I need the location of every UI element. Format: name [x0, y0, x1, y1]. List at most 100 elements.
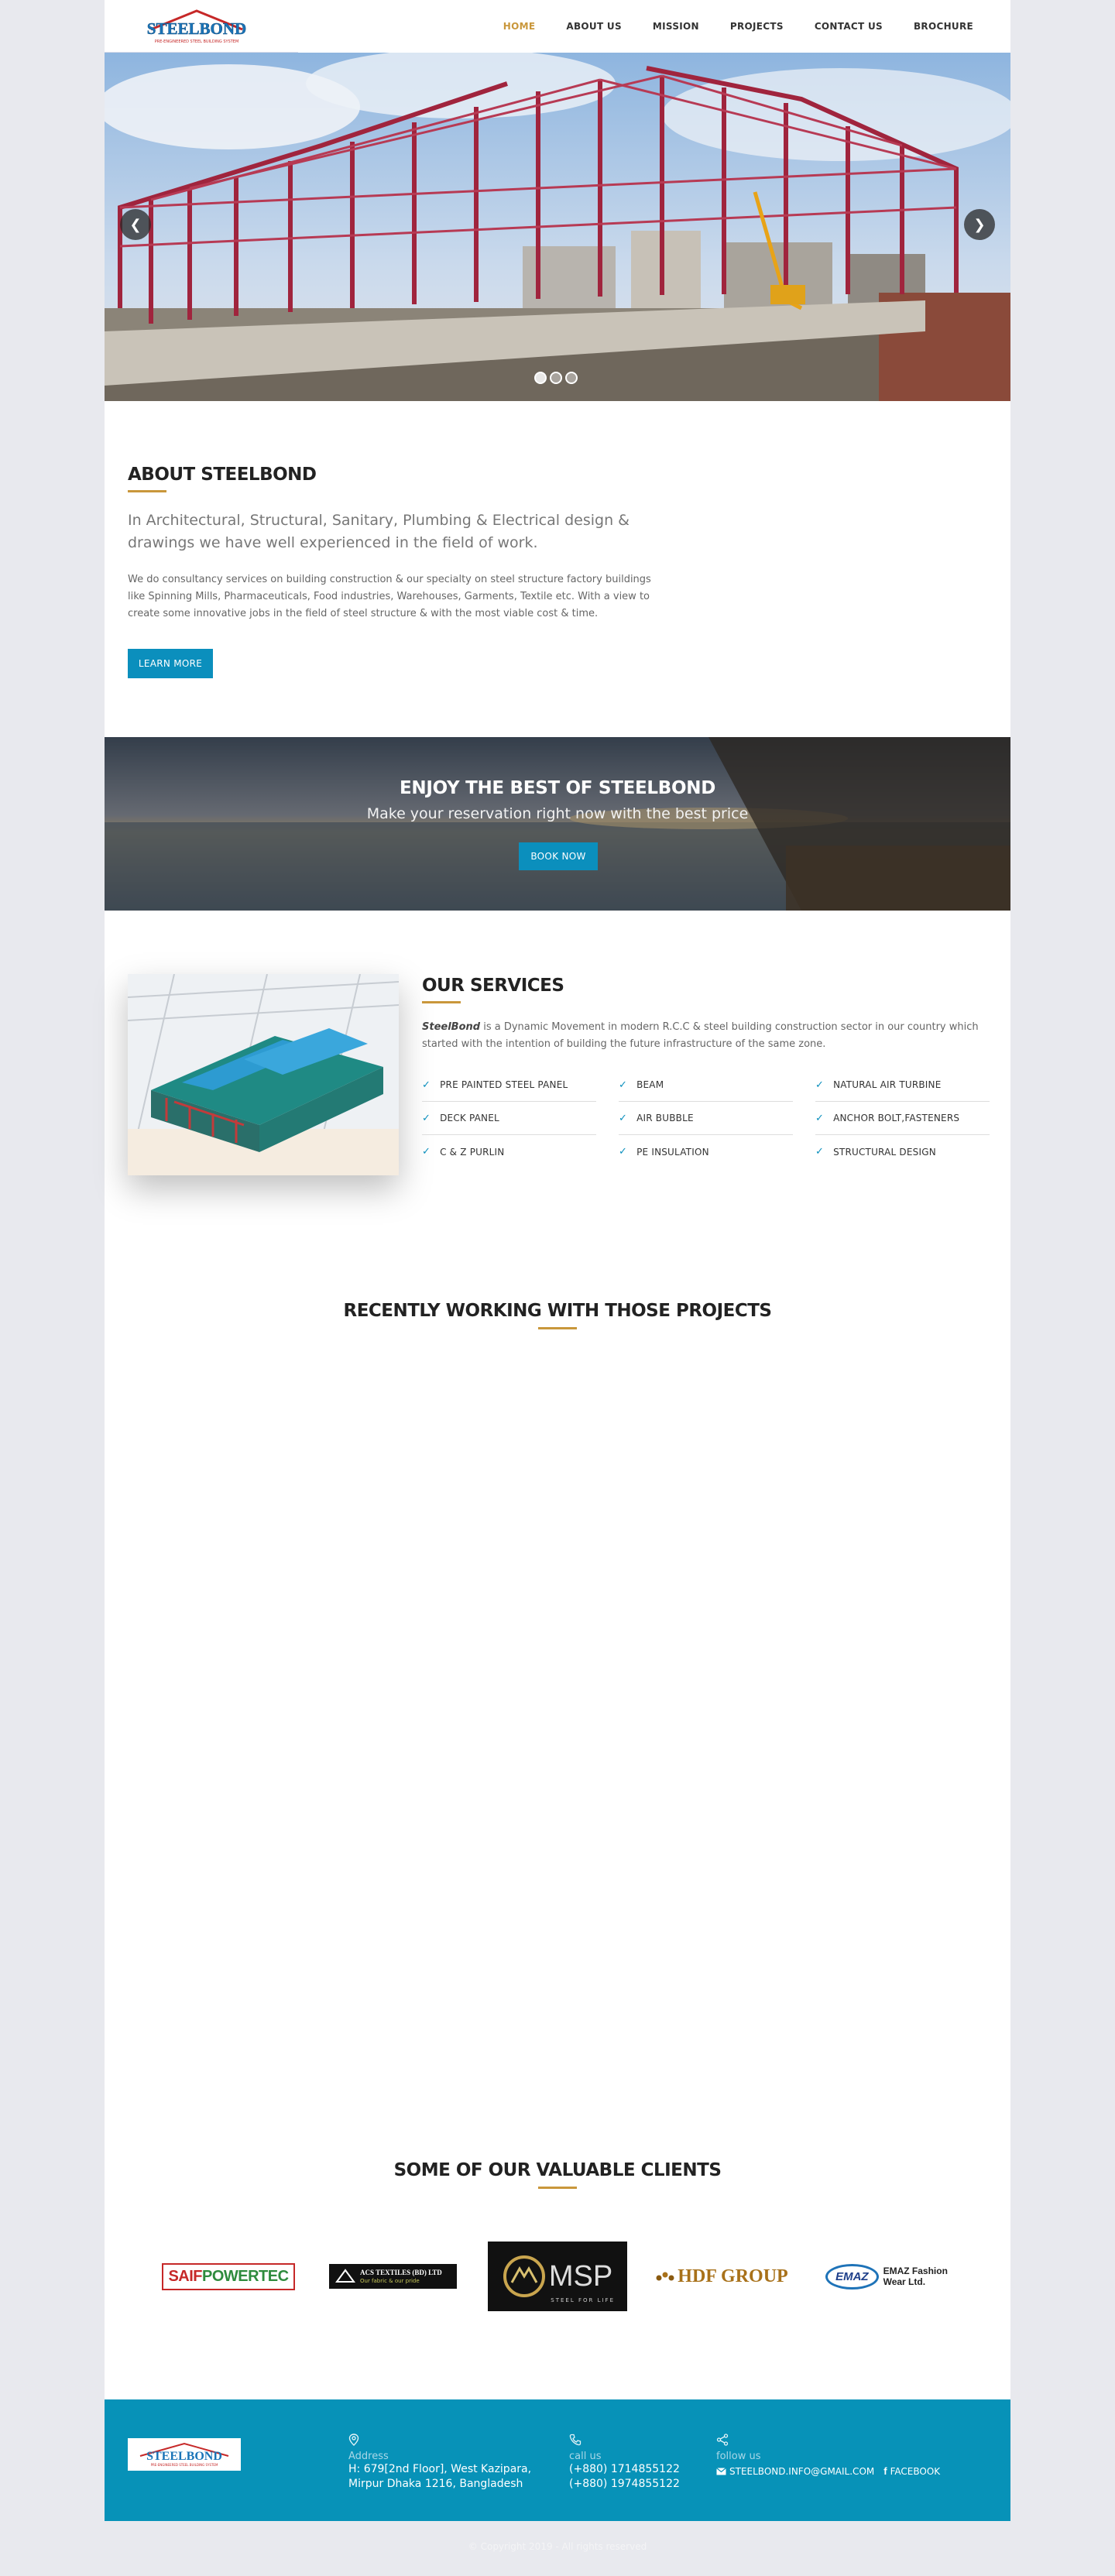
client-logo-text: SAIF	[168, 2267, 202, 2285]
acs-emblem-icon	[335, 2269, 355, 2283]
footer-address-line: H: 679[2nd Floor], West Kazipara,	[348, 2463, 532, 2475]
hero-slider[interactable]: ❮ ❯	[105, 53, 1010, 401]
footer-call: call us (+880) 1714855122 (+880) 1974855…	[569, 2434, 680, 2492]
services-building-image	[128, 974, 399, 1175]
clients-title: SOME OF OUR VALUABLE CLIENTS	[393, 2160, 722, 2180]
footer-follow-label: follow us	[716, 2451, 761, 2462]
client-logo-text: MSP	[548, 2259, 613, 2293]
service-item: ✓ C & Z PURLIN	[422, 1135, 596, 1168]
site-footer: STEELBOND PRE-ENGINEERED STEEL BUILDING …	[105, 2399, 1010, 2521]
slider-dot-1[interactable]	[534, 372, 547, 384]
service-item: ✓ NATURAL AIR TURBINE	[815, 1068, 990, 1102]
services-brand-name: SteelBond	[422, 1021, 481, 1033]
nav-contact-us[interactable]: CONTACT US	[815, 21, 883, 32]
clients-logo-row: SAIFPOWERTEC ACS TEXTILES (BD) LTD Our f…	[159, 2242, 964, 2311]
client-logo-hdf-group[interactable]: HDF GROUP	[650, 2242, 794, 2311]
nav-brochure[interactable]: BROCHURE	[914, 21, 973, 32]
client-logo-text: POWERTEC	[202, 2267, 289, 2285]
projects-title-underline	[538, 1327, 577, 1329]
about-lead-text: In Architectural, Structural, Sanitary, …	[128, 512, 630, 551]
nav-mission[interactable]: MISSION	[653, 21, 699, 32]
about-title-underline	[128, 490, 166, 492]
clients-title-underline	[538, 2187, 577, 2189]
about-title: ABOUT STEELBOND	[128, 465, 317, 485]
services-title: OUR SERVICES	[422, 976, 564, 996]
chevron-right-icon: ❯	[973, 216, 986, 233]
promo-banner	[105, 737, 1010, 911]
client-logo-text: ACS TEXTILES (BD) LTD	[360, 2269, 442, 2276]
footer-logo[interactable]: STEELBOND PRE-ENGINEERED STEEL BUILDING …	[128, 2438, 241, 2471]
client-logo-text: EMAZ	[825, 2263, 879, 2290]
map-pin-icon	[348, 2434, 531, 2449]
client-logo-emaz[interactable]: EMAZ EMAZ Fashion Wear Ltd.	[813, 2242, 960, 2311]
services-description: SteelBond is a Dynamic Movement in moder…	[422, 1019, 987, 1053]
footer-logo-text: STEELBOND	[146, 2450, 222, 2463]
check-icon: ✓	[422, 1112, 431, 1124]
services-title-underline	[422, 1001, 461, 1003]
footer-follow: follow us STEELBOND.INFO@GMAIL.COM f FAC…	[716, 2434, 949, 2478]
site-header: STEELBOND PRE-ENGINEERED STEEL BUILDING …	[105, 0, 1010, 54]
phone-icon	[569, 2434, 680, 2449]
service-item-label: ANCHOR BOLT,FASTENERS	[833, 1113, 960, 1123]
footer-phone[interactable]: (+880) 1714855122	[569, 2462, 680, 2477]
services-description-text: is a Dynamic Movement in modern R.C.C & …	[422, 1021, 979, 1050]
page-container: STEELBOND PRE-ENGINEERED STEEL BUILDING …	[105, 0, 1010, 2521]
nav-home[interactable]: HOME	[503, 21, 536, 32]
service-item: ✓ STRUCTURAL DESIGN	[815, 1135, 990, 1168]
client-logo-text: Our fabric & our pride	[360, 2278, 420, 2284]
logo-text: STEELBOND	[147, 19, 246, 38]
hdf-dots-icon	[656, 2272, 674, 2281]
share-icon	[716, 2434, 949, 2449]
footer-call-label: call us	[569, 2451, 602, 2462]
service-item-label: NATURAL AIR TURBINE	[833, 1079, 942, 1090]
service-item: ✓ BEAM	[619, 1068, 793, 1102]
check-icon: ✓	[815, 1079, 825, 1091]
nav-projects[interactable]: PROJECTS	[730, 21, 784, 32]
client-logo-saif-powertec[interactable]: SAIFPOWERTEC	[159, 2242, 298, 2311]
service-item: ✓ DECK PANEL	[422, 1102, 596, 1135]
nav-about-us[interactable]: ABOUT US	[566, 21, 622, 32]
check-icon: ✓	[815, 1112, 825, 1124]
about-body-text: We do consultancy services on building c…	[128, 574, 651, 619]
client-logo-acs-textiles[interactable]: ACS TEXTILES (BD) LTD Our fabric & our p…	[325, 2242, 461, 2311]
services-list: ✓ PRE PAINTED STEEL PANEL ✓ BEAM ✓ NATURAL …	[422, 1068, 990, 1168]
footer-facebook-link[interactable]: FACEBOOK	[890, 2466, 941, 2477]
check-icon: ✓	[619, 1079, 628, 1091]
footer-address-label: Address	[348, 2451, 389, 2462]
main-nav: HOME ABOUT US MISSION PROJECTS CONTACT U…	[472, 0, 973, 53]
msp-emblem-icon	[503, 2255, 545, 2297]
check-icon: ✓	[422, 1079, 431, 1091]
facebook-icon: f	[883, 2465, 887, 2477]
client-logo-msp[interactable]: MSP STEEL FOR LIFE	[488, 2242, 627, 2311]
slider-dot-3[interactable]	[565, 372, 578, 384]
client-logo-text: EMAZ Fashion	[883, 2266, 948, 2276]
footer-address: Address H: 679[2nd Floor], West Kazipara…	[348, 2434, 531, 2492]
service-item: ✓ PE INSULATION	[619, 1135, 793, 1168]
banner-title: ENJOY THE BEST OF STEELBOND	[399, 778, 715, 798]
learn-more-button[interactable]: LEARN MORE	[128, 649, 213, 678]
service-item-label: DECK PANEL	[440, 1113, 499, 1123]
client-logo-text: STEEL FOR LIFE	[551, 2297, 615, 2303]
projects-title: RECENTLY WORKING WITH THOSE PROJECTS	[343, 1301, 772, 1321]
slide-image	[105, 53, 1010, 401]
footer-logo-tagline: PRE-ENGINEERED STEEL BUILDING SYSTEM	[151, 2463, 218, 2467]
site-logo[interactable]: STEELBOND PRE-ENGINEERED STEEL BUILDING …	[145, 6, 249, 46]
service-item: ✓ AIR BUBBLE	[619, 1102, 793, 1135]
footer-email-link[interactable]: STEELBOND.INFO@GMAIL.COM	[729, 2466, 874, 2477]
slider-dot-2[interactable]	[550, 372, 562, 384]
footer-phone[interactable]: (+880) 1974855122	[569, 2477, 680, 2492]
check-icon: ✓	[422, 1146, 431, 1158]
service-item-label: STRUCTURAL DESIGN	[833, 1146, 936, 1158]
service-item: ✓ PRE PAINTED STEEL PANEL	[422, 1068, 596, 1102]
service-item-label: C & Z PURLIN	[440, 1146, 505, 1158]
service-item-label: PRE PAINTED STEEL PANEL	[440, 1079, 568, 1090]
slider-prev-button[interactable]: ❮	[120, 209, 151, 240]
copyright-text: © Copyright 2019 - All rights reserved	[468, 2541, 647, 2552]
banner-subtitle: Make your reservation right now with the…	[366, 805, 749, 822]
book-now-button[interactable]: BOOK NOW	[519, 842, 598, 870]
service-item: ✓ ANCHOR BOLT,FASTENERS	[815, 1102, 990, 1135]
footer-address-line: Mirpur Dhaka 1216, Bangladesh	[348, 2478, 523, 2490]
slider-dots	[534, 372, 581, 384]
slider-next-button[interactable]: ❯	[964, 209, 995, 240]
check-icon: ✓	[619, 1112, 628, 1124]
